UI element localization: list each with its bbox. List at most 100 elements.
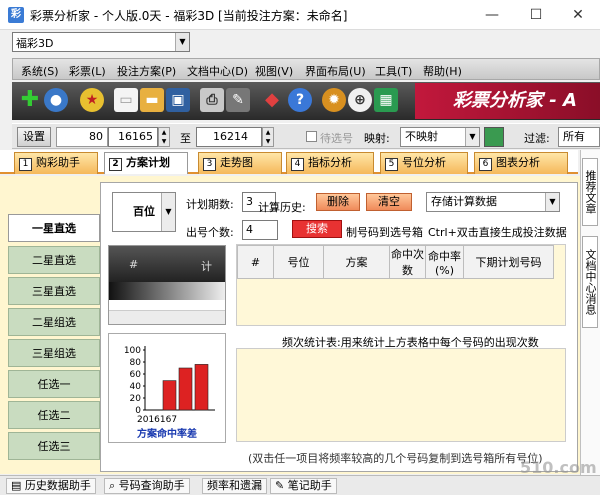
pending-label: 待选号 — [320, 132, 353, 145]
tab-number: 3 — [203, 158, 216, 171]
grid-scrollbar[interactable] — [109, 310, 225, 324]
print-icon[interactable]: ⎙ — [200, 88, 224, 112]
chart-bar — [162, 380, 177, 411]
mapping-label: 映射: — [364, 132, 390, 145]
settings-button[interactable]: 设置 — [17, 127, 51, 147]
zoom-icon[interactable]: ⊕ — [348, 88, 372, 112]
chevron-down-icon: ▼ — [545, 193, 559, 211]
plan-table[interactable]: # 号位 方案 命中次数 命中率(%) 下期计划号码 — [236, 244, 566, 326]
tab-document-messages[interactable]: 文档中心消息 — [582, 236, 598, 328]
tab-purchase-assistant[interactable]: 1 购彩助手 — [14, 152, 98, 174]
sidebar-item-two-star[interactable]: 二星直选 — [8, 246, 100, 274]
y-tick-label: 40 — [130, 382, 142, 392]
pending-checkbox[interactable] — [306, 131, 317, 142]
chevron-down-icon: ▼ — [161, 193, 175, 231]
filter-select-value: 所有 — [563, 130, 585, 143]
copy-to-box-text[interactable]: 制号码到选号箱 — [346, 224, 423, 240]
tab-position[interactable]: 5 号位分析 — [380, 152, 468, 174]
number-query-assistant[interactable]: ⌕ 号码查询助手 — [104, 478, 190, 494]
sidebar-item-any-three[interactable]: 任选三 — [8, 432, 100, 460]
filter-bar: 设置 80 16165 ▲ ▼ 至 16214 ▲ ▼ 待选号 映射: 不映射 ▼ … — [12, 123, 600, 149]
menu-lottery[interactable]: 彩票(L) — [69, 63, 106, 79]
store-data-value: 存储计算数据 — [431, 195, 497, 208]
tab-label: 购彩助手 — [36, 156, 80, 169]
tools-icon[interactable]: ✎ — [226, 88, 250, 112]
filter-label: 过滤: — [524, 132, 550, 145]
award-icon[interactable]: ★ — [80, 88, 104, 112]
calculator-icon[interactable]: ▦ — [374, 88, 398, 112]
y-tick-label: 20 — [130, 394, 142, 404]
sidebar-item-any-one[interactable]: 任选一 — [8, 370, 100, 398]
notes-assistant[interactable]: ✎ 笔记助手 — [270, 478, 337, 494]
tab-number: 2 — [109, 158, 122, 171]
sidebar-item-any-two[interactable]: 任选二 — [8, 401, 100, 429]
sidebar-item-three-star-group[interactable]: 三星组选 — [8, 339, 100, 367]
col-plan: 方案 — [323, 245, 390, 279]
history-data-assistant[interactable]: ▤ 历史数据助手 — [6, 478, 96, 494]
sidebar-item-one-star[interactable]: 一星直选 — [8, 214, 100, 242]
frequency-table[interactable] — [236, 348, 566, 442]
mapping-select[interactable]: 不映射 ▼ — [400, 127, 480, 147]
grid-header: # 计 — [109, 246, 225, 282]
search-button[interactable]: 搜索 — [292, 220, 342, 238]
start-issue-field[interactable]: 16165 — [108, 127, 158, 147]
sidebar-item-three-star[interactable]: 三星直选 — [8, 277, 100, 305]
tab-plan[interactable]: 2 方案计划 — [104, 152, 188, 174]
window-title: 彩票分析家 - 个人版.0天 - 福彩3D [当前投注方案：未命名] — [30, 9, 348, 23]
position-select[interactable]: 百位 ▼ — [112, 192, 176, 232]
gear-icon[interactable]: ✹ — [322, 88, 346, 112]
sidebar-item-two-star-group[interactable]: 二星组选 — [8, 308, 100, 336]
filter-select[interactable]: 所有 — [558, 127, 600, 147]
menu-system[interactable]: 系统(S) — [21, 63, 59, 79]
menu-help[interactable]: 帮助(H) — [423, 63, 462, 79]
menu-documents[interactable]: 文档中心(D) — [187, 63, 248, 79]
grid-col-hash: # — [129, 258, 139, 271]
ctrl-double-click-hint: Ctrl+双击直接生成投注数据 — [428, 226, 567, 239]
chart-bar — [178, 367, 193, 411]
y-tick-label: 60 — [130, 370, 142, 380]
history-grid[interactable]: # 计 — [108, 245, 226, 325]
query-label: 号码查询助手 — [118, 479, 185, 492]
save-icon[interactable]: ▣ — [166, 88, 190, 112]
end-issue-spinner[interactable]: ▲ ▼ — [262, 127, 274, 147]
tab-label: 方案计划 — [126, 156, 170, 169]
globe-icon[interactable]: ● — [44, 88, 68, 112]
frequency-omission[interactable]: 频率和遗漏 — [202, 478, 267, 494]
arrows-icon[interactable]: ◆ — [260, 88, 284, 112]
grid-row[interactable] — [109, 282, 225, 300]
add-icon[interactable]: ✚ — [18, 88, 42, 112]
maximize-button[interactable]: ☐ — [514, 0, 558, 30]
notes-icon: ✎ — [275, 479, 288, 492]
lottery-select[interactable]: 福彩3D ▼ — [12, 32, 190, 52]
start-count-field[interactable]: 80 — [56, 127, 108, 147]
help-icon[interactable]: ? — [288, 88, 312, 112]
bottom-hint: (双击任一项目将频率较高的几个号码复制到选号箱所有号位) — [248, 452, 543, 465]
chevron-down-icon: ▼ — [465, 128, 479, 146]
close-button[interactable]: ✕ — [556, 0, 600, 30]
menu-tools[interactable]: 工具(T) — [375, 63, 412, 79]
bottom-bar: ▤ 历史数据助手 ⌕ 号码查询助手 频率和遗漏 ✎ 笔记助手 — [0, 475, 600, 495]
calc-history-label: 计算历史: — [258, 201, 306, 214]
open-folder-icon[interactable]: ▬ — [140, 88, 164, 112]
minimize-button[interactable]: — — [470, 0, 514, 30]
tab-trend[interactable]: 3 走势图 — [198, 152, 282, 174]
clear-button[interactable]: 清空 — [366, 193, 412, 211]
store-data-select[interactable]: 存储计算数据 ▼ — [426, 192, 560, 212]
position-select-value: 百位 — [133, 205, 155, 218]
table-icon[interactable] — [484, 127, 504, 147]
new-file-icon[interactable]: ▭ — [114, 88, 138, 112]
to-label: 至 — [180, 132, 191, 145]
mapping-select-value: 不映射 — [405, 130, 438, 143]
tab-charts[interactable]: 6 图表分析 — [474, 152, 568, 174]
end-issue-field[interactable]: 16214 — [196, 127, 262, 147]
plan-periods-label: 计划期数: — [186, 198, 234, 211]
delete-button[interactable]: 删除 — [316, 193, 360, 211]
menu-plan[interactable]: 投注方案(P) — [117, 63, 176, 79]
tab-indicator[interactable]: 4 指标分析 — [286, 152, 374, 174]
tab-number: 5 — [385, 158, 398, 171]
menu-layout[interactable]: 界面布局(U) — [305, 63, 366, 79]
start-issue-spinner[interactable]: ▲ ▼ — [158, 127, 170, 147]
count-field[interactable]: 4 — [242, 220, 278, 240]
tab-recommended-articles[interactable]: 推荐文章 — [582, 158, 598, 226]
menu-view[interactable]: 视图(V) — [255, 63, 293, 79]
